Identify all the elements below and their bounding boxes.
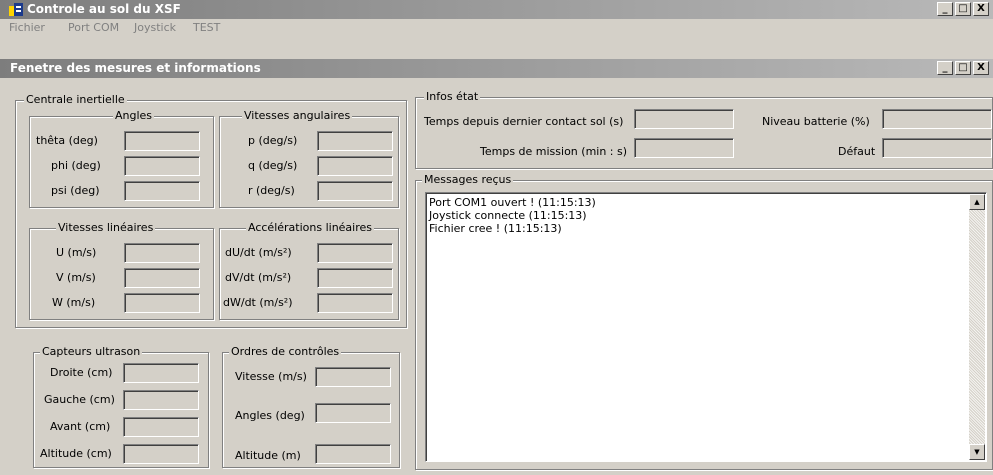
avant-label: Avant (cm) bbox=[50, 420, 111, 433]
dv-dt-field bbox=[317, 268, 393, 288]
altitude-cm-label: Altitude (cm) bbox=[40, 447, 112, 460]
minimize-button[interactable]: _ bbox=[937, 2, 953, 16]
altitude-cm-field bbox=[123, 444, 199, 464]
window-titlebar[interactable]: Controle au sol du XSF _ □ X bbox=[0, 0, 993, 19]
subwindow-close-button[interactable]: X bbox=[973, 61, 989, 75]
vitesses-lineaires-group: Vitesses linéaires U (m/s) V (m/s) W (m/… bbox=[29, 221, 214, 320]
droite-label: Droite (cm) bbox=[50, 366, 113, 379]
message-line: Joystick connecte (11:15:13) bbox=[429, 209, 587, 222]
accelerations-lineaires-title: Accélérations linéaires bbox=[246, 221, 375, 234]
psi-field bbox=[124, 181, 200, 201]
centrale-inertielle-group: Centrale inertielle Angles thêta (deg) p… bbox=[15, 93, 407, 328]
menu-port-com[interactable]: Port COM bbox=[68, 21, 119, 34]
q-field bbox=[317, 156, 393, 176]
w-field bbox=[124, 293, 200, 313]
batterie-label: Niveau batterie (%) bbox=[762, 115, 870, 128]
dw-dt-label: dW/dt (m/s²) bbox=[223, 296, 293, 309]
vitesses-angulaires-group: Vitesses angulaires p (deg/s) q (deg/s) … bbox=[219, 109, 399, 208]
message-line: Port COM1 ouvert ! (11:15:13) bbox=[429, 196, 596, 209]
u-field bbox=[124, 243, 200, 263]
droite-field bbox=[123, 363, 199, 383]
r-label: r (deg/s) bbox=[248, 184, 295, 197]
menu-joystick[interactable]: Joystick bbox=[134, 21, 176, 34]
du-dt-field bbox=[317, 243, 393, 263]
altitude-m-field bbox=[315, 444, 391, 464]
infos-etat-title: Infos état bbox=[424, 90, 481, 103]
w-label: W (m/s) bbox=[52, 296, 96, 309]
p-label: p (deg/s) bbox=[248, 134, 298, 147]
q-label: q (deg/s) bbox=[248, 159, 298, 172]
vitesse-field bbox=[315, 367, 391, 387]
theta-field bbox=[124, 131, 200, 151]
mission-label: Temps de mission (min : s) bbox=[480, 145, 628, 158]
ordres-controles-title: Ordres de contrôles bbox=[229, 345, 342, 358]
defaut-field bbox=[882, 138, 992, 158]
batterie-field bbox=[882, 109, 992, 129]
vitesses-lineaires-title: Vitesses linéaires bbox=[56, 221, 156, 234]
messages-textarea[interactable]: Port COM1 ouvert ! (11:15:13) Joystick c… bbox=[425, 192, 987, 462]
altitude-m-label: Altitude (m) bbox=[235, 449, 301, 462]
dv-dt-label: dV/dt (m/s²) bbox=[225, 271, 292, 284]
scroll-up-icon[interactable]: ▲ bbox=[969, 194, 985, 210]
phi-label: phi (deg) bbox=[51, 159, 101, 172]
maximize-button[interactable]: □ bbox=[955, 2, 971, 16]
scroll-down-icon[interactable]: ▼ bbox=[969, 444, 985, 460]
capteurs-ultrason-group: Capteurs ultrason Droite (cm) Gauche (cm… bbox=[33, 345, 209, 468]
menu-test[interactable]: TEST bbox=[193, 21, 220, 34]
infos-etat-group: Infos état Temps depuis dernier contact … bbox=[415, 90, 993, 169]
defaut-label: Défaut bbox=[838, 145, 876, 158]
ordres-controles-group: Ordres de contrôles Vitesse (m/s) Angles… bbox=[222, 345, 400, 468]
messages-scrollbar[interactable]: ▲ ▼ bbox=[969, 194, 985, 460]
subwindow-title: Fenetre des mesures et informations bbox=[10, 61, 261, 75]
theta-label: thêta (deg) bbox=[36, 134, 98, 147]
u-label: U (m/s) bbox=[56, 246, 97, 259]
message-line: Fichier cree ! (11:15:13) bbox=[429, 222, 562, 235]
subwindow-maximize-button[interactable]: □ bbox=[955, 61, 971, 75]
window-title: Controle au sol du XSF bbox=[27, 2, 181, 16]
capteurs-ultrason-title: Capteurs ultrason bbox=[40, 345, 143, 358]
r-field bbox=[317, 181, 393, 201]
accelerations-lineaires-group: Accélérations linéaires dU/dt (m/s²) dV/… bbox=[219, 221, 399, 320]
centrale-inertielle-title: Centrale inertielle bbox=[24, 93, 127, 106]
subwindow-titlebar[interactable]: Fenetre des mesures et informations _ □ … bbox=[0, 59, 993, 78]
messages-title: Messages reçus bbox=[422, 173, 514, 186]
gauche-label: Gauche (cm) bbox=[44, 393, 115, 406]
close-button[interactable]: X bbox=[973, 2, 989, 16]
menu-fichier[interactable]: Fichier bbox=[9, 21, 45, 34]
menu-bar: Fichier Port COM Joystick TEST bbox=[0, 19, 993, 37]
avant-field bbox=[123, 417, 199, 437]
du-dt-label: dU/dt (m/s²) bbox=[225, 246, 292, 259]
vitesses-angulaires-title: Vitesses angulaires bbox=[242, 109, 353, 122]
app-icon bbox=[9, 3, 23, 16]
angles-deg-label: Angles (deg) bbox=[235, 409, 305, 422]
vitesse-label: Vitesse (m/s) bbox=[235, 370, 307, 383]
phi-field bbox=[124, 156, 200, 176]
angles-deg-field bbox=[315, 403, 391, 423]
v-label: V (m/s) bbox=[56, 271, 96, 284]
angles-title: Angles bbox=[113, 109, 155, 122]
psi-label: psi (deg) bbox=[51, 184, 100, 197]
mission-field bbox=[634, 138, 734, 158]
p-field bbox=[317, 131, 393, 151]
contact-sol-field bbox=[634, 109, 734, 129]
angles-group: Angles thêta (deg) phi (deg) psi (deg) bbox=[29, 109, 214, 208]
subwindow-minimize-button[interactable]: _ bbox=[937, 61, 953, 75]
dw-dt-field bbox=[317, 293, 393, 313]
gauche-field bbox=[123, 390, 199, 410]
v-field bbox=[124, 268, 200, 288]
contact-sol-label: Temps depuis dernier contact sol (s) bbox=[424, 115, 624, 128]
